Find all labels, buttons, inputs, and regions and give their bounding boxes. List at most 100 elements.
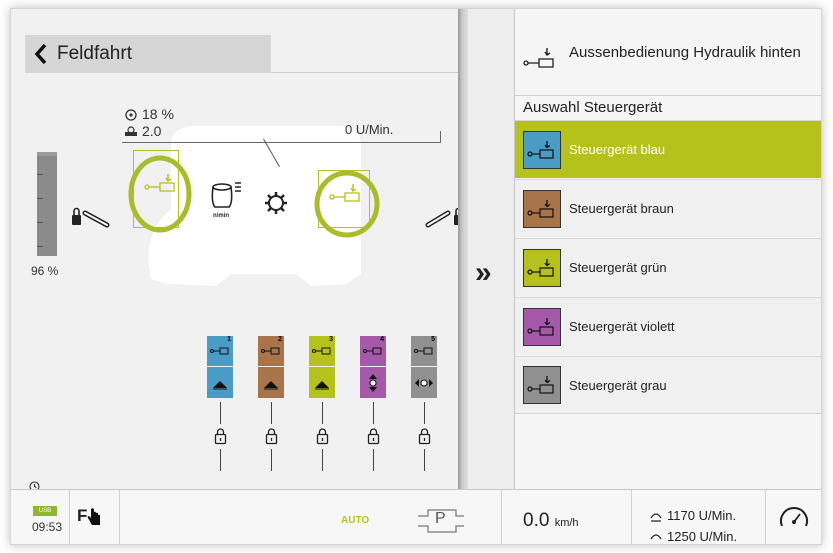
pto-unit: n/min [213,213,229,219]
right-panel-title: Aussenbedienung Hydraulik hinten [569,44,801,61]
speed-value: 0.0 [523,510,550,531]
gauge-tick [37,246,43,247]
valve-top: 2 [258,336,284,366]
bar-divider [69,490,70,544]
speedometer-icon[interactable] [778,502,810,532]
section-header: Auswahl Steuergerät [515,95,821,119]
hydraulic-cylinder-icon [527,199,554,218]
lock-icon[interactable] [265,427,278,445]
valve-bottom [207,367,233,398]
screen-frame: Feldfahrt 18 % 2.0 0 U/Min. 96 % n/min 1… [10,8,822,545]
park-label: P [435,510,446,527]
valve-top: 5 [411,336,437,366]
rpm-icon [650,512,662,522]
option-label: Steuergerät grün [569,260,667,275]
hand-pointer-icon [88,508,101,525]
stat-value: 2.0 [124,123,161,139]
function-key-button[interactable]: F [77,506,101,526]
valve-line [271,449,272,471]
float-icon [369,373,377,392]
lower-icon [213,380,227,389]
ballast-icon [125,126,137,136]
valve-line [424,402,425,424]
stat-percent: 18 % [124,106,174,122]
valve-4[interactable]: 4 [360,336,386,398]
valve-5[interactable]: 5 [411,336,437,398]
wheel-slip-icon [125,109,137,121]
lock-icon[interactable] [214,427,227,445]
option-braun[interactable]: Steuergerät braun [515,179,821,237]
lower-icon [315,380,329,389]
function-key-label: F [77,506,88,525]
gauge-percent: 96 % [31,264,59,278]
hydraulic-cylinder-icon [527,317,554,336]
valve-bottom [360,367,386,398]
left-panel: Feldfahrt 18 % 2.0 0 U/Min. 96 % n/min 1… [11,9,463,492]
rpm-divider [122,142,441,143]
rpm1-value: 1170 U/Min. [667,508,737,523]
rpm-divider-end [440,131,441,143]
valve-line [220,449,221,471]
hydraulic-cylinder-icon [210,347,229,355]
lower-icon [264,380,278,389]
rpm2-value: 1250 U/Min. [667,529,738,544]
highlight-ring [128,155,192,233]
valve-3[interactable]: 3 [309,336,335,398]
hydraulic-cylinder-icon [261,347,280,355]
option-grau[interactable]: Steuergerät grau [515,356,821,414]
valve-1[interactable]: 1 [207,336,233,398]
bar-divider [631,490,632,544]
option-label: Steuergerät blau [569,142,666,157]
expand-column [468,9,515,489]
gear-icon [265,192,287,214]
hydraulic-remote-icon [523,48,554,68]
option-violett[interactable]: Steuergerät violett [515,297,821,355]
bottom-status-bar: USB 09:53 F AUTO P 0.0 km/h 1170 U/Min. … [11,489,821,544]
option-gruen[interactable]: Steuergerät grün [515,238,821,296]
valve-number: 3 [329,336,333,343]
valve-number: 2 [278,336,282,343]
option-swatch [523,366,561,404]
valve-bottom [411,367,437,398]
valve-line [220,402,221,424]
option-swatch [523,248,561,287]
valve-top: 1 [207,336,233,366]
ground-speed: 0.0 km/h [523,510,579,532]
valve-bottom [309,367,335,398]
usb-indicator: USB [33,506,57,516]
valve-line [322,449,323,471]
valve-line [271,402,272,424]
right-panel: Aussenbedienung Hydraulik hinten Auswahl… [514,9,821,489]
valve-top: 3 [309,336,335,366]
page-title: Feldfahrt [57,43,132,64]
hydraulic-cylinder-icon [527,140,554,159]
right-panel-header: Aussenbedienung Hydraulik hinten [515,9,821,91]
panel-divider[interactable] [458,9,468,489]
valve-line [322,402,323,424]
stat-percent-value: 18 % [142,106,174,122]
highlight-ring [314,170,380,238]
hydraulic-cylinder-icon [527,376,554,394]
front-hitch-lock-icon[interactable] [71,203,113,229]
option-blau[interactable]: Steuergerät blau [515,120,821,178]
back-arrow-icon[interactable] [25,35,57,73]
hydraulic-cylinder-icon [312,347,331,355]
lock-icon[interactable] [367,427,380,445]
clock-time: 09:53 [32,520,63,534]
valve-line [424,449,425,471]
level-gauge-fill [37,156,57,256]
expand-chevron-icon[interactable]: » [475,256,492,290]
valve-line [373,402,374,424]
lock-icon[interactable] [418,427,431,445]
engine-rpm-actual: 1250 U/Min. [649,529,737,544]
title-bar[interactable]: Feldfahrt [25,35,271,73]
bar-divider [765,490,766,544]
double-action-icon [415,378,433,387]
lock-icon[interactable] [316,427,329,445]
option-swatch [523,130,561,169]
title-divider [271,72,458,73]
valve-2[interactable]: 2 [258,336,284,398]
hydraulic-cylinder-icon [414,347,433,355]
valve-number: 4 [380,336,384,343]
valve-bottom [258,367,284,398]
